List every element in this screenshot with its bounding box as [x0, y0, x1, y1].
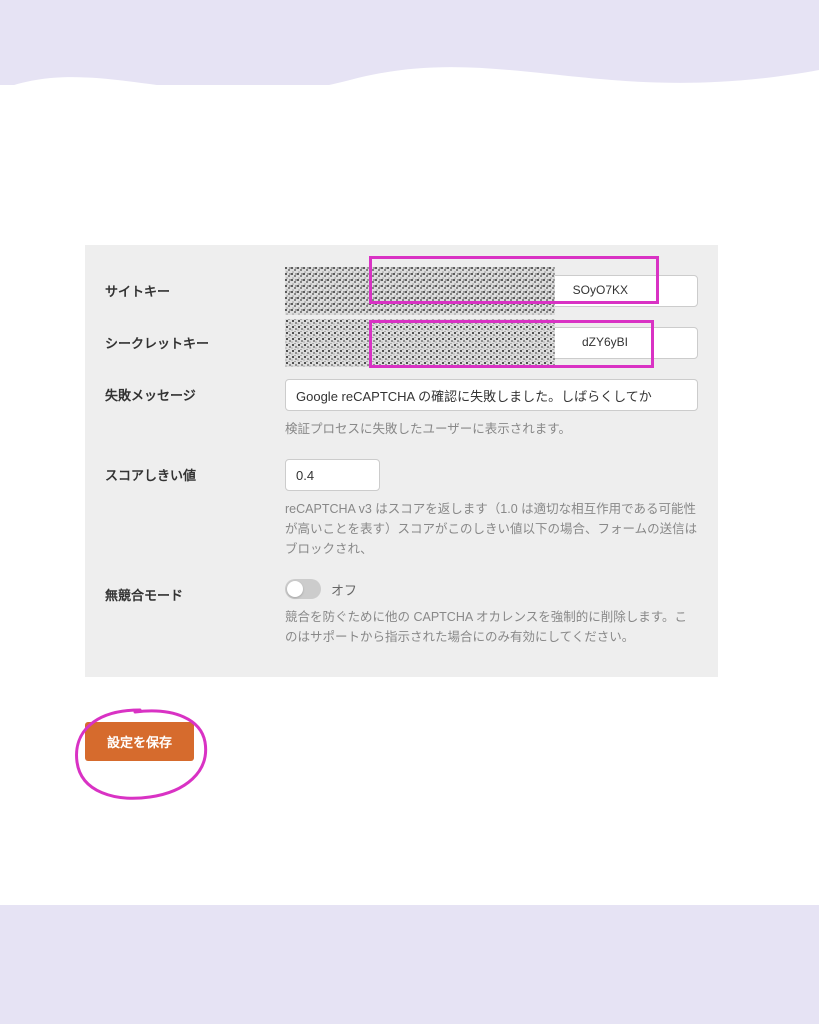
site-key-control: SOyO7KX	[285, 275, 698, 307]
secret-key-row: シークレットキー dZY6yBI	[85, 317, 718, 369]
failure-message-label: 失敗メッセージ	[105, 379, 285, 404]
no-conflict-help: 競合を防ぐために他の CAPTCHA オカレンスを強制的に削除します。このはサポ…	[285, 607, 698, 647]
site-key-input[interactable]	[285, 275, 698, 307]
no-conflict-label: 無競合モード	[105, 579, 285, 604]
no-conflict-toggle[interactable]	[285, 579, 321, 599]
failure-message-help: 検証プロセスに失敗したユーザーに表示されます。	[285, 419, 698, 439]
failure-message-input[interactable]	[285, 379, 698, 411]
no-conflict-control: オフ 競合を防ぐために他の CAPTCHA オカレンスを強制的に削除します。この…	[285, 579, 698, 647]
save-button-row: 設定を保存	[85, 722, 194, 761]
score-threshold-row: スコアしきい値 reCAPTCHA v3 はスコアを返します（1.0 は適切な相…	[85, 449, 718, 569]
save-button[interactable]: 設定を保存	[85, 722, 194, 761]
site-key-label: サイトキー	[105, 275, 285, 300]
site-key-visible-suffix: SOyO7KX	[573, 283, 628, 297]
secret-key-input[interactable]	[285, 327, 698, 359]
score-threshold-control: reCAPTCHA v3 はスコアを返します（1.0 は適切な相互作用である可能…	[285, 459, 698, 559]
score-threshold-help: reCAPTCHA v3 はスコアを返します（1.0 は適切な相互作用である可能…	[285, 499, 698, 559]
settings-panel: サイトキー SOyO7KX	[85, 245, 718, 677]
secret-key-label: シークレットキー	[105, 327, 285, 352]
score-threshold-label: スコアしきい値	[105, 459, 285, 484]
secret-key-visible-suffix: dZY6yBI	[582, 335, 628, 349]
site-key-row: サイトキー SOyO7KX	[85, 265, 718, 317]
failure-message-row: 失敗メッセージ 検証プロセスに失敗したユーザーに表示されます。	[85, 369, 718, 449]
toggle-knob	[287, 581, 303, 597]
failure-message-control: 検証プロセスに失敗したユーザーに表示されます。	[285, 379, 698, 439]
no-conflict-row: 無競合モード オフ 競合を防ぐために他の CAPTCHA オカレンスを強制的に削…	[85, 569, 718, 657]
no-conflict-state: オフ	[331, 580, 357, 599]
decorative-wave-bottom	[0, 830, 819, 950]
secret-key-control: dZY6yBI	[285, 327, 698, 359]
score-threshold-input[interactable]	[285, 459, 380, 491]
decorative-wave-top	[0, 30, 819, 150]
